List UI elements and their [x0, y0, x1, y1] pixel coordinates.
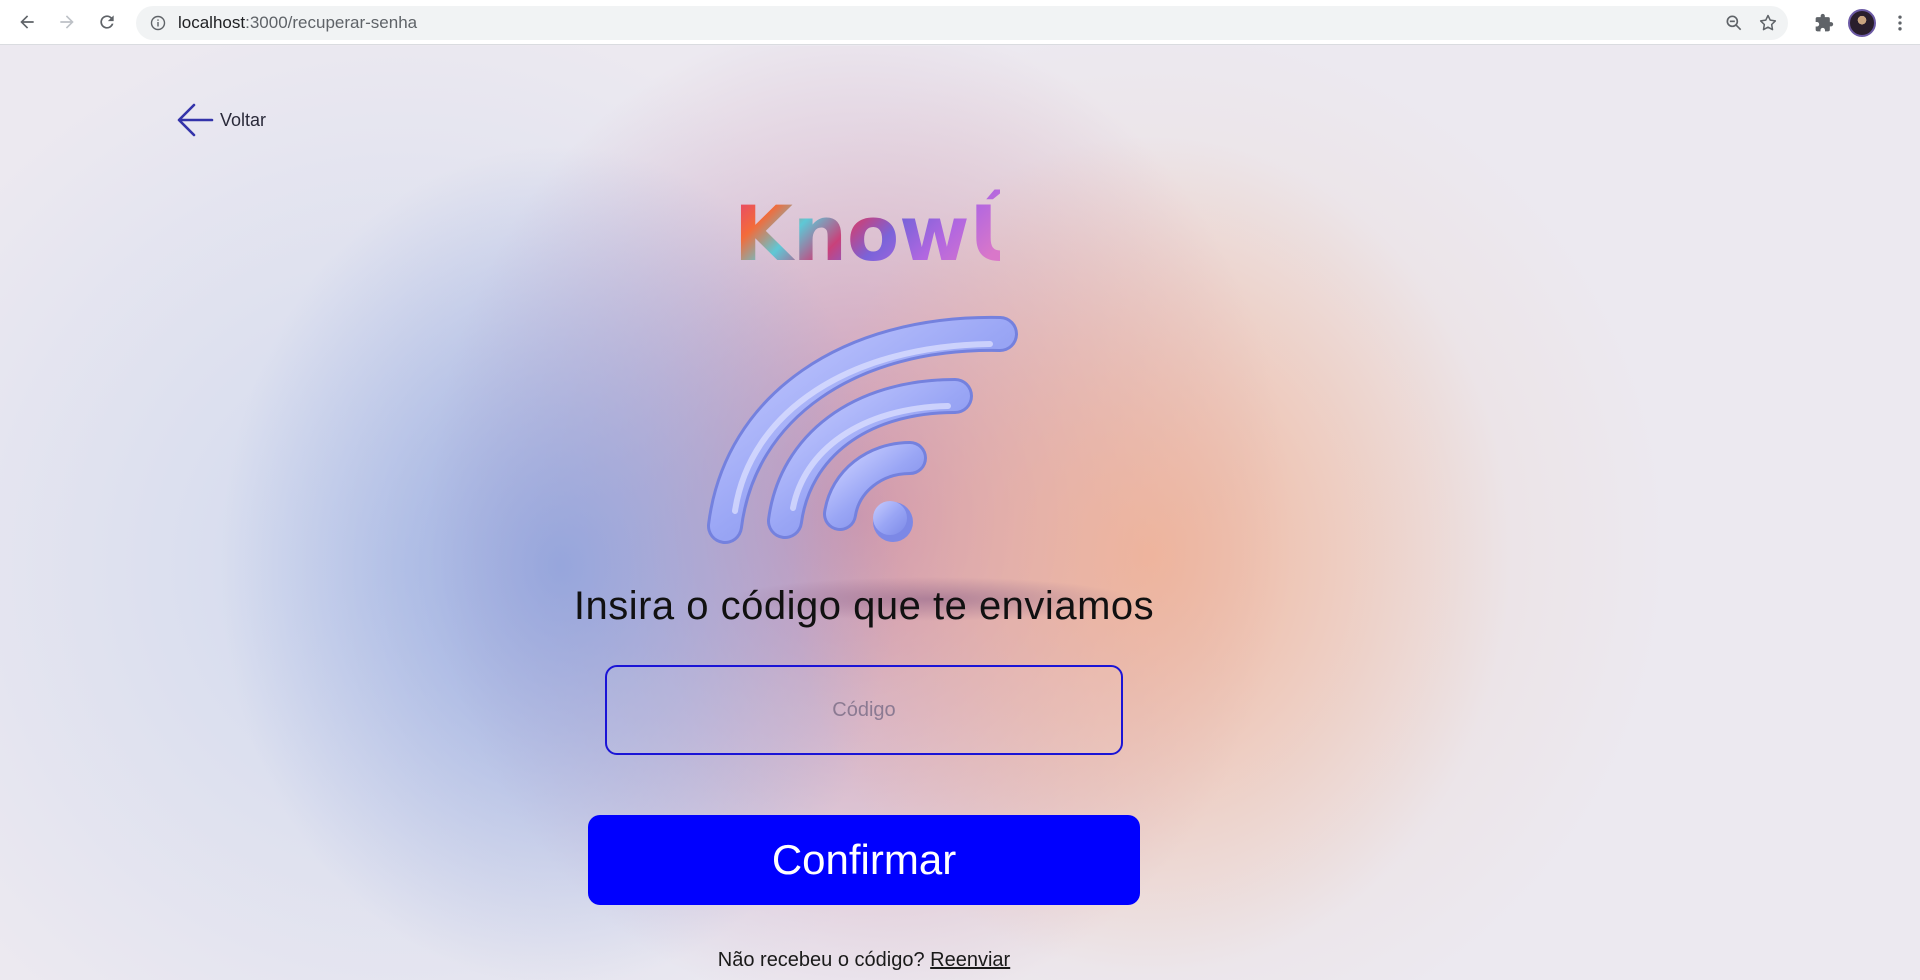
browser-forward-button[interactable]	[47, 2, 87, 42]
profile-avatar[interactable]	[1848, 8, 1876, 37]
back-arrow-icon	[177, 103, 214, 137]
resend-row: Não recebeu o código? Reenviar	[0, 949, 1728, 972]
extensions-icon[interactable]	[1814, 13, 1834, 33]
wifi-icon	[707, 315, 1130, 621]
forward-arrow-icon	[60, 15, 74, 29]
back-link[interactable]: Voltar	[176, 102, 266, 138]
logo-text: KnowÛ	[734, 188, 1000, 276]
address-bar[interactable]: localhost:3000/recuperar-senha	[136, 6, 1788, 40]
knowu-logo: KnowÛ	[734, 188, 1000, 276]
back-arrow-icon	[20, 15, 34, 29]
page-heading: Insira o código que te enviamos	[573, 584, 1155, 628]
menu-icon[interactable]	[1890, 13, 1910, 33]
browser-back-button[interactable]	[7, 2, 47, 42]
code-input[interactable]	[605, 665, 1123, 755]
recover-password-page: Voltar KnowÛ	[0, 46, 1920, 980]
browser-reload-button[interactable]	[87, 2, 127, 42]
resend-link[interactable]: Reenviar	[930, 949, 1010, 971]
confirm-button[interactable]: Confirmar	[588, 815, 1140, 905]
reload-icon	[100, 15, 114, 29]
resend-prompt: Não recebeu o código?	[717, 949, 925, 971]
star-icon[interactable]	[1758, 13, 1778, 33]
url-text: localhost:3000/recuperar-senha	[178, 13, 418, 32]
info-icon[interactable]	[150, 15, 166, 31]
back-label: Voltar	[220, 109, 267, 130]
zoom-out-icon[interactable]	[1724, 13, 1744, 33]
browser-toolbar: localhost:3000/recuperar-senha	[0, 0, 1920, 45]
